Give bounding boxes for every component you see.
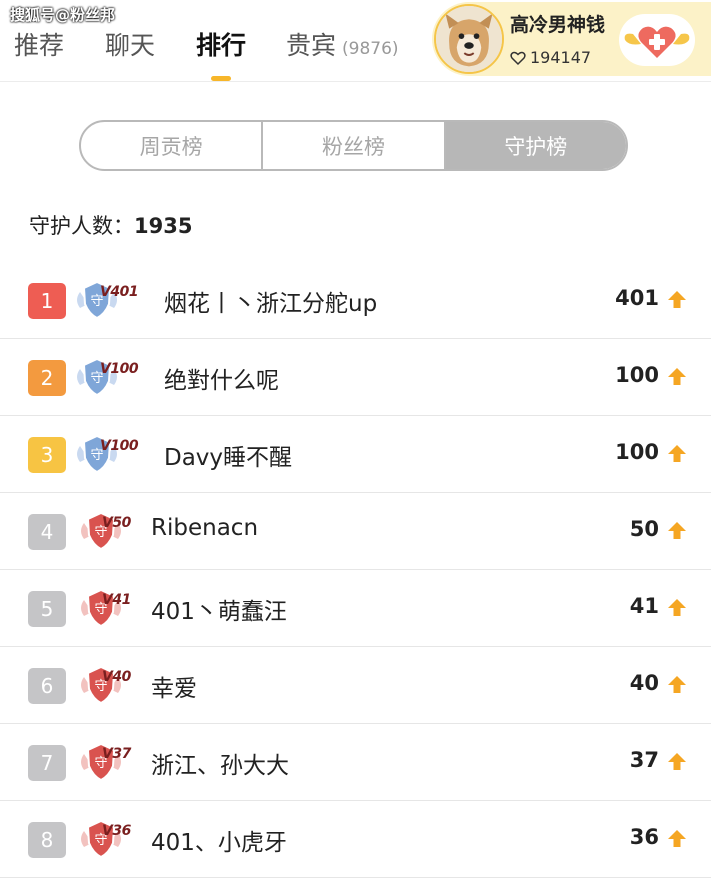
guardian-name: Ribenacn xyxy=(151,515,259,541)
dog-avatar-image xyxy=(436,6,502,72)
guard-level-text: V37 xyxy=(102,746,131,762)
guard-ranking-list: 1 守 V401 烟花丨丶浙江分舵up 401 2 守 V100 绝對什么呢 1… xyxy=(0,262,711,878)
rank-number: 7 xyxy=(28,745,66,781)
arrow-up-icon xyxy=(668,445,686,462)
host-name: 高冷男神钱 xyxy=(510,14,606,36)
guard-level-text: V40 xyxy=(102,669,131,685)
arrow-up-icon xyxy=(668,522,686,539)
avatar[interactable] xyxy=(434,4,504,74)
watermark-text: 搜狐号@粉丝邦 xyxy=(10,6,116,24)
guardian-name: 401、小虎牙 xyxy=(151,830,287,856)
list-item[interactable]: 6 守 V40 幸爱 40 xyxy=(0,647,711,724)
list-item[interactable]: 2 守 V100 绝對什么呢 100 xyxy=(0,339,711,416)
segment-weekly[interactable]: 周贡榜 xyxy=(81,122,261,169)
arrow-up-icon xyxy=(668,753,686,770)
guard-score: 37 xyxy=(629,748,659,772)
guard-level-text: V41 xyxy=(102,592,131,608)
guardian-name: 浙江、孙大大 xyxy=(151,753,289,779)
guardian-name: Davy睡不醒 xyxy=(164,445,293,471)
list-item[interactable]: 5 守 V41 401丶萌蠢汪 41 xyxy=(0,570,711,647)
guard-count: 守护人数：1935 xyxy=(29,210,192,240)
list-item[interactable]: 1 守 V401 烟花丨丶浙江分舵up 401 xyxy=(0,262,711,339)
tab-vip[interactable]: 贵宾 (9876) xyxy=(286,26,399,62)
guard-level-text: V100 xyxy=(100,361,139,377)
guard-count-value: 1935 xyxy=(134,214,193,238)
rank-number: 8 xyxy=(28,822,66,858)
guardian-name: 绝對什么呢 xyxy=(164,368,279,394)
guard-level-text: V36 xyxy=(102,823,131,839)
guard-score: 401 xyxy=(615,286,659,310)
tab-recommend[interactable]: 推荐 xyxy=(14,26,64,62)
rank-number: 4 xyxy=(28,514,66,550)
ranking-type-switch: 周贡榜 粉丝榜 守护榜 xyxy=(79,120,628,171)
winged-heart-icon xyxy=(624,26,690,58)
segment-guard[interactable]: 守护榜 xyxy=(443,122,626,169)
rank-number: 1 xyxy=(28,283,66,319)
rank-number: 6 xyxy=(28,668,66,704)
guardian-name: 幸爱 xyxy=(151,676,197,702)
arrow-up-icon xyxy=(668,599,686,616)
guard-level-text: V100 xyxy=(100,438,139,454)
arrow-up-icon xyxy=(668,368,686,385)
arrow-up-icon xyxy=(668,676,686,693)
guard-score: 40 xyxy=(629,671,659,695)
guard-score: 36 xyxy=(629,825,659,849)
segment-fans[interactable]: 粉丝榜 xyxy=(261,122,443,169)
guard-score: 100 xyxy=(615,363,659,387)
arrow-up-icon xyxy=(668,830,686,847)
guardian-name: 烟花丨丶浙江分舵up xyxy=(164,291,378,317)
guard-heart-button[interactable] xyxy=(619,14,695,66)
host-likes-count: 194147 xyxy=(530,48,592,67)
tab-ranking[interactable]: 排行 xyxy=(196,26,246,62)
guard-count-label: 守护人数： xyxy=(29,214,134,238)
host-likes: 194147 xyxy=(510,48,591,67)
list-item[interactable]: 8 守 V36 401、小虎牙 36 xyxy=(0,801,711,878)
rank-number: 3 xyxy=(28,437,66,473)
list-item[interactable]: 3 守 V100 Davy睡不醒 100 xyxy=(0,416,711,493)
tab-chat[interactable]: 聊天 xyxy=(105,26,155,62)
tab-vip-count: (9876) xyxy=(342,39,399,59)
list-item[interactable]: 4 守 V50 Ribenacn 50 xyxy=(0,493,711,570)
guard-level-text: V401 xyxy=(100,284,139,300)
guard-score: 50 xyxy=(629,517,659,541)
arrow-up-icon xyxy=(668,291,686,308)
guard-score: 41 xyxy=(629,594,659,618)
host-card[interactable]: 高冷男神钱 194147 xyxy=(432,2,711,76)
rank-number: 5 xyxy=(28,591,66,627)
guardian-name: 401丶萌蠢汪 xyxy=(151,599,287,625)
heart-outline-icon xyxy=(510,51,526,65)
tab-vip-label: 贵宾 xyxy=(286,31,337,60)
list-item[interactable]: 7 守 V37 浙江、孙大大 37 xyxy=(0,724,711,801)
rank-number: 2 xyxy=(28,360,66,396)
guard-level-text: V50 xyxy=(102,515,131,531)
active-tab-indicator xyxy=(211,76,231,81)
guard-score: 100 xyxy=(615,440,659,464)
